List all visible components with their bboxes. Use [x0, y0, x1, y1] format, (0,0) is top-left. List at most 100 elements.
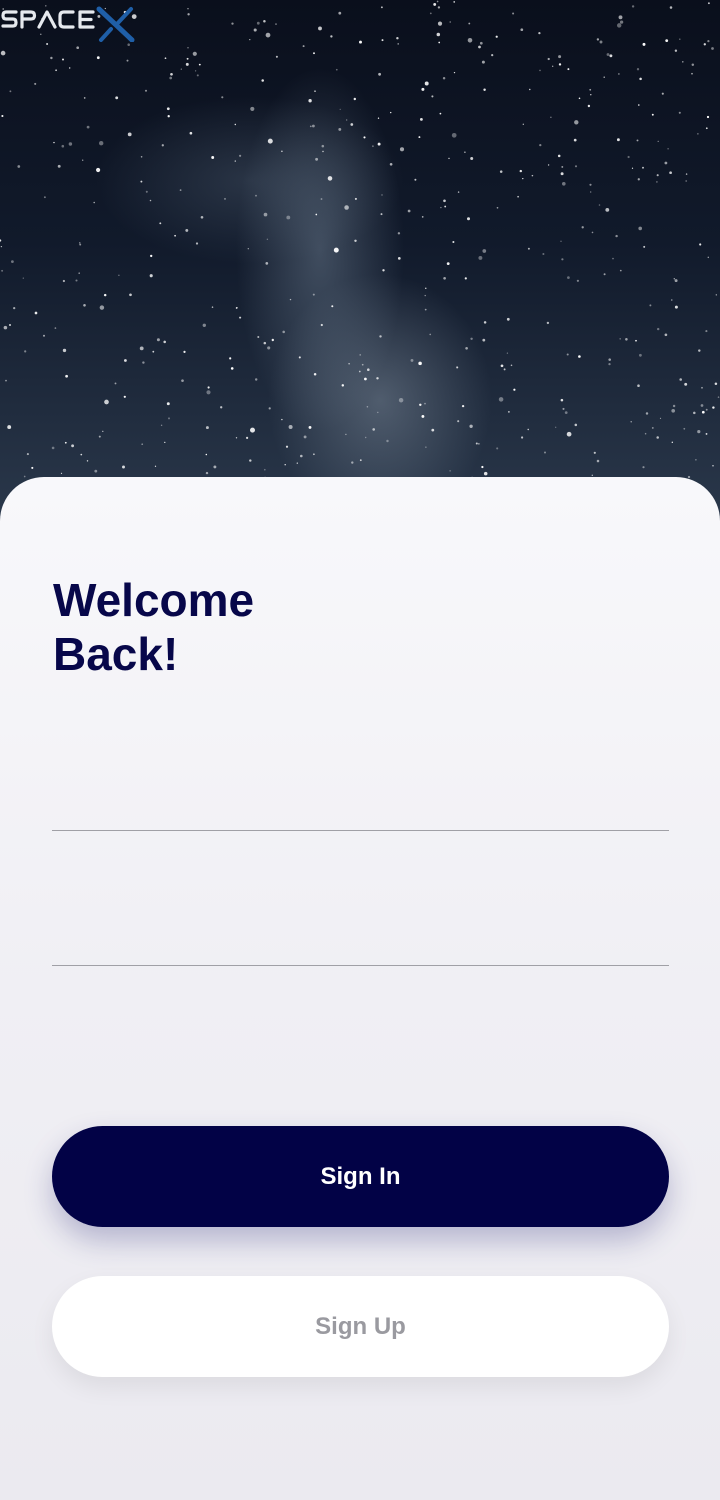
- star: [574, 120, 579, 125]
- star: [608, 358, 611, 361]
- star: [315, 213, 318, 216]
- star: [263, 212, 268, 217]
- star: [573, 138, 577, 142]
- star: [513, 388, 516, 391]
- star: [605, 208, 610, 212]
- star: [159, 222, 162, 225]
- star: [691, 63, 695, 66]
- star: [407, 209, 411, 213]
- star: [512, 12, 515, 15]
- star: [281, 150, 283, 153]
- star: [481, 60, 485, 64]
- star: [220, 406, 223, 409]
- star: [168, 417, 170, 420]
- star: [377, 117, 380, 119]
- star: [419, 403, 422, 407]
- star: [596, 459, 600, 463]
- star: [631, 5, 635, 8]
- star: [275, 23, 277, 25]
- star: [312, 293, 315, 296]
- star: [651, 113, 654, 116]
- star: [478, 45, 481, 49]
- star: [491, 53, 494, 57]
- star: [99, 141, 104, 146]
- star: [506, 317, 510, 321]
- star: [245, 436, 249, 440]
- star: [300, 454, 303, 458]
- star: [76, 46, 80, 50]
- star: [129, 293, 132, 297]
- star: [519, 169, 523, 173]
- sign-up-button[interactable]: Sign Up: [52, 1276, 669, 1377]
- star: [198, 63, 201, 66]
- star: [645, 412, 649, 415]
- star: [333, 247, 339, 253]
- star: [127, 43, 130, 46]
- star: [367, 368, 370, 371]
- star: [82, 159, 84, 161]
- star: [263, 19, 266, 23]
- star: [659, 417, 662, 420]
- star: [642, 42, 646, 46]
- star: [57, 164, 61, 168]
- star: [179, 189, 182, 191]
- star: [286, 215, 291, 220]
- star: [639, 77, 642, 81]
- star: [359, 40, 362, 44]
- star: [678, 111, 681, 114]
- star: [213, 465, 217, 469]
- star: [661, 92, 664, 95]
- star: [470, 157, 474, 160]
- star: [221, 96, 224, 99]
- star: [539, 69, 541, 72]
- star: [431, 95, 434, 98]
- star: [637, 178, 640, 181]
- sign-in-button[interactable]: Sign In: [52, 1126, 669, 1227]
- star: [465, 346, 468, 350]
- star: [642, 466, 645, 469]
- star: [453, 1, 456, 3]
- star: [685, 180, 688, 182]
- star: [603, 273, 606, 276]
- star: [631, 167, 634, 169]
- star: [705, 127, 708, 130]
- star: [54, 327, 57, 329]
- star: [425, 446, 427, 448]
- star: [705, 330, 708, 333]
- star: [636, 139, 639, 142]
- star: [567, 276, 570, 279]
- star: [354, 239, 357, 243]
- star: [79, 242, 81, 244]
- star: [657, 327, 660, 331]
- star: [382, 269, 385, 272]
- star: [522, 123, 524, 125]
- star: [308, 425, 312, 429]
- star: [64, 441, 67, 444]
- email-field[interactable]: [52, 760, 669, 831]
- star: [247, 248, 249, 250]
- star: [372, 145, 374, 148]
- star: [418, 136, 421, 139]
- star: [126, 59, 129, 62]
- star: [443, 199, 446, 203]
- star: [522, 178, 524, 180]
- star: [656, 174, 659, 177]
- star: [187, 8, 189, 10]
- star: [338, 127, 342, 131]
- star: [140, 156, 143, 158]
- star: [364, 377, 367, 381]
- star: [354, 197, 357, 200]
- star: [562, 182, 566, 186]
- star: [366, 406, 369, 408]
- star: [80, 453, 83, 456]
- star: [43, 334, 45, 337]
- star: [50, 56, 53, 60]
- star: [449, 470, 451, 472]
- star: [664, 333, 668, 337]
- star: [127, 132, 132, 137]
- password-field[interactable]: [52, 895, 669, 966]
- star: [464, 151, 466, 153]
- star: [591, 231, 594, 234]
- stars-layer: [0, 0, 720, 519]
- star: [418, 361, 422, 366]
